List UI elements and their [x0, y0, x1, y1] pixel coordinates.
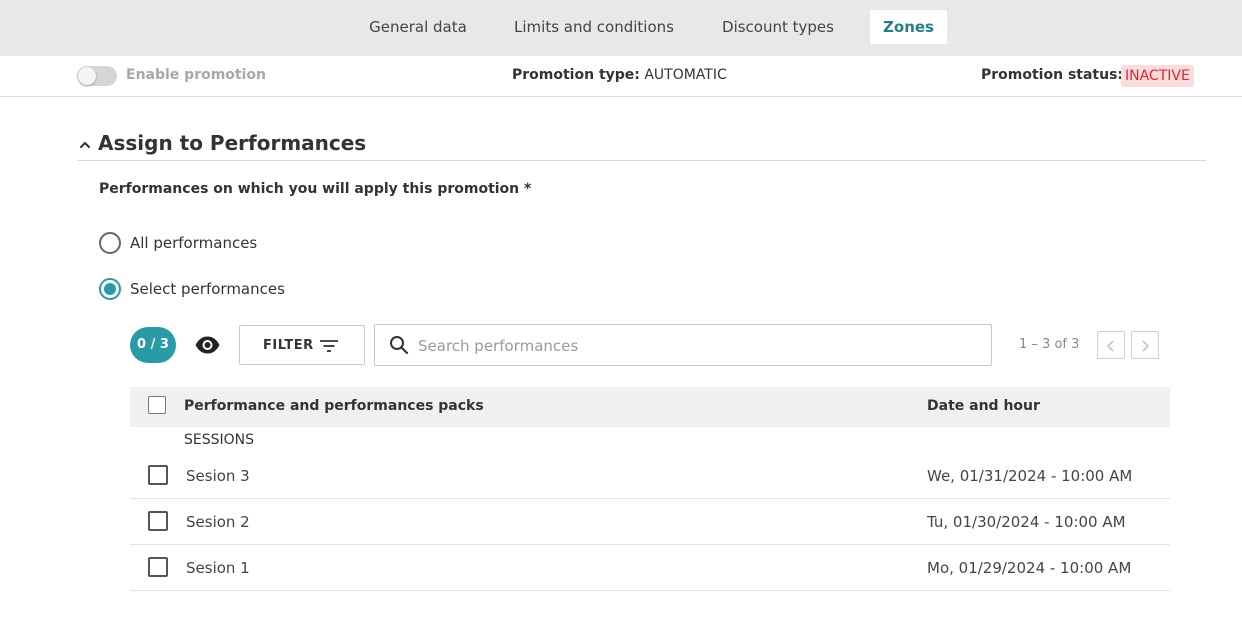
row-name: Sesion 2 — [186, 513, 250, 531]
radio-all-performances-label[interactable]: All performances — [130, 234, 257, 252]
status-badge: INACTIVE — [1121, 65, 1194, 87]
tab-limits-and-conditions[interactable]: Limits and conditions — [505, 10, 683, 44]
selected-counter-badge: 0 / 3 — [130, 327, 176, 363]
section-title[interactable]: Assign to Performances — [98, 131, 366, 155]
tab-zones[interactable]: Zones — [870, 10, 947, 44]
radio-select-performances[interactable] — [99, 278, 121, 300]
row-date: Mo, 01/29/2024 - 10:00 AM — [927, 559, 1132, 577]
prev-page-button[interactable] — [1097, 331, 1125, 359]
filter-button-label: FILTER — [263, 338, 314, 353]
row-checkbox[interactable] — [148, 511, 168, 531]
filter-icon — [320, 340, 338, 352]
filter-button[interactable]: FILTER — [239, 325, 365, 365]
row-date: Tu, 01/30/2024 - 10:00 AM — [927, 513, 1126, 531]
enable-promotion-label: Enable promotion — [126, 67, 266, 83]
promotion-status-bar: Enable promotion Promotion type: AUTOMAT… — [0, 56, 1242, 97]
eye-icon[interactable] — [194, 334, 221, 356]
pagination-range: 1 – 3 of 3 — [1019, 337, 1080, 352]
promotion-type: Promotion type: AUTOMATIC — [512, 67, 727, 83]
search-icon — [390, 336, 409, 355]
radio-select-performances-label[interactable]: Select performances — [130, 280, 285, 298]
group-label-sessions: SESSIONS — [184, 432, 255, 448]
performances-question: Performances on which you will apply thi… — [99, 181, 532, 197]
promotion-status-label: Promotion status: — [981, 67, 1124, 83]
table-header: Performance and performances packs Date … — [130, 387, 1170, 427]
row-checkbox[interactable] — [148, 557, 168, 577]
chevron-up-icon[interactable] — [79, 139, 91, 151]
section-divider — [77, 160, 1206, 161]
promotion-type-label: Promotion type: — [512, 67, 640, 83]
table-row[interactable]: Sesion 2 Tu, 01/30/2024 - 10:00 AM — [130, 499, 1170, 545]
radio-all-performances[interactable] — [99, 232, 121, 254]
tab-discount-types[interactable]: Discount types — [711, 10, 845, 44]
chevron-left-icon — [1106, 340, 1114, 352]
table-row[interactable]: Sesion 1 Mo, 01/29/2024 - 10:00 AM — [130, 545, 1170, 591]
chevron-right-icon — [1142, 340, 1150, 352]
row-date: We, 01/31/2024 - 10:00 AM — [927, 467, 1133, 485]
toggle-knob — [78, 67, 96, 85]
tab-general-data[interactable]: General data — [357, 10, 479, 44]
promotion-type-value: AUTOMATIC — [644, 67, 727, 83]
select-all-checkbox[interactable] — [148, 396, 166, 414]
search-box — [374, 324, 992, 366]
row-name: Sesion 1 — [186, 559, 250, 577]
column-header-date: Date and hour — [927, 398, 1040, 414]
next-page-button[interactable] — [1131, 331, 1159, 359]
tab-bar: General data Limits and conditions Disco… — [0, 0, 1242, 56]
row-name: Sesion 3 — [186, 467, 250, 485]
search-input[interactable] — [418, 334, 978, 358]
column-header-performance: Performance and performances packs — [184, 398, 484, 414]
row-checkbox[interactable] — [148, 465, 168, 485]
promotion-status: Promotion status: — [981, 67, 1123, 83]
table-row[interactable]: Sesion 3 We, 01/31/2024 - 10:00 AM — [130, 453, 1170, 499]
enable-promotion-toggle[interactable] — [77, 66, 117, 86]
